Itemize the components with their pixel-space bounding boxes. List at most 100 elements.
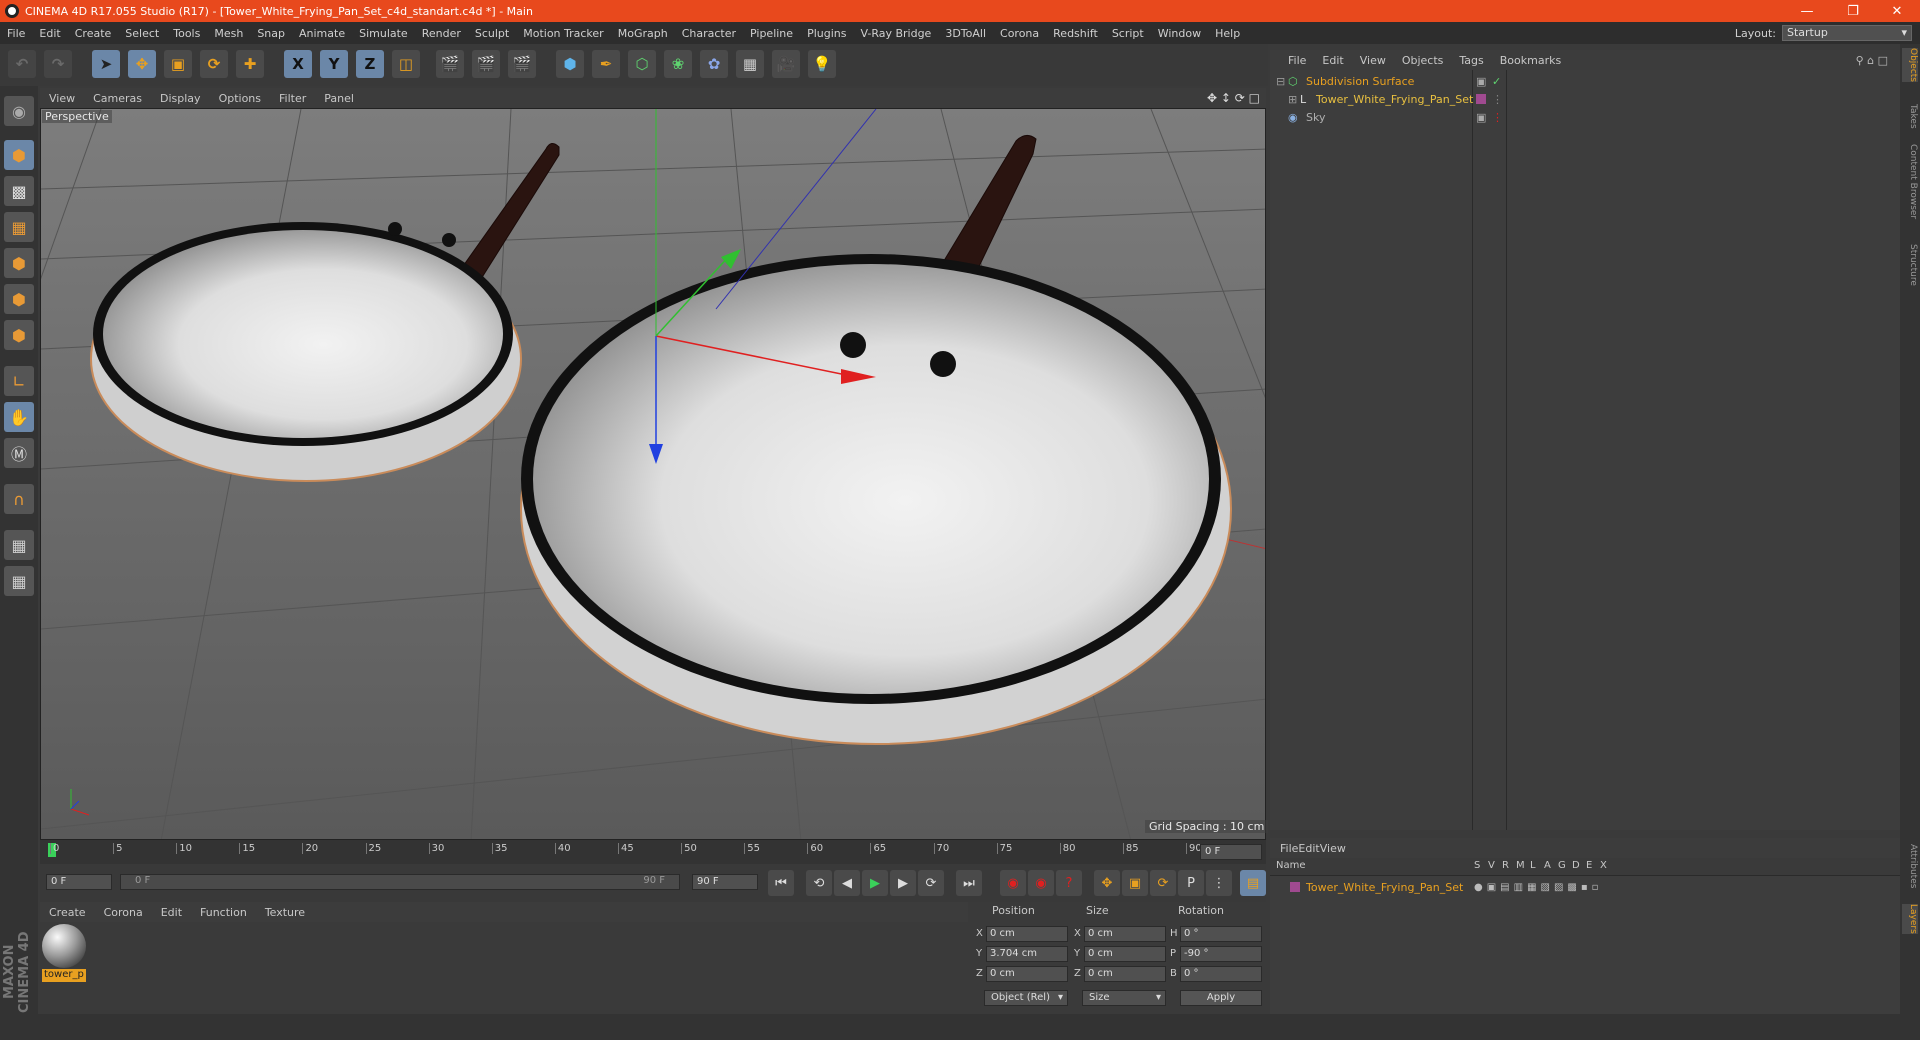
menu-render[interactable]: Render xyxy=(415,27,468,40)
edges-mode-icon[interactable]: ⬢ xyxy=(4,284,34,314)
size-x-field[interactable]: 0 cm xyxy=(1084,926,1166,942)
points-mode-icon[interactable]: ⬢ xyxy=(4,248,34,278)
menu-window[interactable]: Window xyxy=(1151,27,1208,40)
restore-icon[interactable]: ❐ xyxy=(1830,0,1876,22)
position-z-field[interactable]: 0 cm xyxy=(986,966,1068,982)
tab-objects[interactable]: Objects xyxy=(1902,48,1918,83)
objects-menu-tags[interactable]: Tags xyxy=(1451,54,1491,67)
subdivision-surface-icon[interactable]: ⬡ xyxy=(628,50,656,78)
menu-plugins[interactable]: Plugins xyxy=(800,27,853,40)
scale-tool-icon[interactable]: ▣ xyxy=(164,50,192,78)
menu-redshift[interactable]: Redshift xyxy=(1046,27,1105,40)
key-parameter-icon[interactable]: P xyxy=(1178,870,1204,896)
object-name[interactable]: Tower_White_Frying_Pan_Set xyxy=(1316,93,1473,106)
layout-dropdown[interactable]: Startup xyxy=(1782,25,1912,41)
menu-pipeline[interactable]: Pipeline xyxy=(743,27,800,40)
tab-structure[interactable]: Structure xyxy=(1902,244,1918,286)
record-key-icon[interactable]: ◉ xyxy=(1000,870,1026,896)
layer-row[interactable]: Tower_White_Frying_Pan_Set ●▣▤▥▦▧▨▩▪▫ xyxy=(1270,878,1900,896)
menu-script[interactable]: Script xyxy=(1105,27,1151,40)
menu-mesh[interactable]: Mesh xyxy=(207,27,250,40)
layer-swatch-icon[interactable]: ▣ xyxy=(1476,111,1486,124)
planar-workplane-icon[interactable]: ▦ xyxy=(4,566,34,596)
rotation-b-field[interactable]: 0 ° xyxy=(1180,966,1262,982)
snap-magnet-icon[interactable]: ∩ xyxy=(4,484,34,514)
viewport-menu-panel[interactable]: Panel xyxy=(315,92,363,105)
viewport-menu-filter[interactable]: Filter xyxy=(270,92,315,105)
layer-swatch-icon[interactable]: ▣ xyxy=(1476,75,1486,88)
apply-button[interactable]: Apply xyxy=(1180,990,1262,1006)
polygons-mode-icon[interactable]: ⬢ xyxy=(4,320,34,350)
layers-menu-edit[interactable]: Edit xyxy=(1298,842,1319,855)
layer-name[interactable]: Tower_White_Frying_Pan_Set xyxy=(1306,881,1463,894)
menu-simulate[interactable]: Simulate xyxy=(352,27,415,40)
timeline-window-icon[interactable]: ▤ xyxy=(1240,870,1266,896)
layers-menu-view[interactable]: View xyxy=(1320,842,1346,855)
redo-icon[interactable]: ↷ xyxy=(44,50,72,78)
position-x-field[interactable]: 0 cm xyxy=(986,926,1068,942)
object-row[interactable]: ⊟ ⬡ Subdivision Surface ▣ ✓ xyxy=(1270,72,1900,90)
make-editable-icon[interactable]: ◉ xyxy=(4,96,34,126)
camera-icon[interactable]: 🎥 xyxy=(772,50,800,78)
material-menu-corona[interactable]: Corona xyxy=(95,906,152,919)
deformer-icon[interactable]: ✿ xyxy=(700,50,728,78)
tab-attributes[interactable]: Attributes xyxy=(1902,844,1918,888)
render-picture-viewer-icon[interactable]: 🎬 xyxy=(472,50,500,78)
viewport-menu-options[interactable]: Options xyxy=(210,92,270,105)
cube-primitive-icon[interactable]: ⬢ xyxy=(556,50,584,78)
viewport-menu-cameras[interactable]: Cameras xyxy=(84,92,151,105)
end-frame-field[interactable]: 90 F xyxy=(692,874,758,890)
move-tool-icon[interactable]: ✥ xyxy=(128,50,156,78)
tab-layers[interactable]: Layers xyxy=(1902,904,1918,934)
frame-range-slider[interactable]: 0 F 90 F xyxy=(120,874,680,890)
model-mode-icon[interactable]: ⬢ xyxy=(4,140,34,170)
axis-mode-icon[interactable]: ∟ xyxy=(4,366,34,396)
light-bulb-icon[interactable]: 💡 xyxy=(808,50,836,78)
render-settings-icon[interactable]: 🎬 xyxy=(508,50,536,78)
timeline-ruler[interactable]: 0 5 10 15 20 25 30 35 40 45 50 55 60 65 70 75 80 85 90 0 F xyxy=(40,840,1266,864)
undo-icon[interactable]: ↶ xyxy=(8,50,36,78)
menu-select[interactable]: Select xyxy=(118,27,166,40)
material-label[interactable]: tower_p xyxy=(42,969,86,982)
next-key-icon[interactable]: ⟳ xyxy=(918,870,944,896)
render-view-icon[interactable]: 🎬 xyxy=(436,50,464,78)
menu-help[interactable]: Help xyxy=(1208,27,1247,40)
rotate-tool-icon[interactable]: ⟳ xyxy=(200,50,228,78)
objects-menu-bookmarks[interactable]: Bookmarks xyxy=(1492,54,1569,67)
z-axis-lock-icon[interactable]: Z xyxy=(356,50,384,78)
step-forward-icon[interactable]: ▶ xyxy=(890,870,916,896)
coordinate-system-icon[interactable]: ◫ xyxy=(392,50,420,78)
tweak-mode-icon[interactable]: ✋ xyxy=(4,402,34,432)
objects-menu-objects[interactable]: Objects xyxy=(1394,54,1452,67)
objects-menu-file[interactable]: File xyxy=(1280,54,1314,67)
menu-sculpt[interactable]: Sculpt xyxy=(468,27,516,40)
object-name[interactable]: Subdivision Surface xyxy=(1306,75,1414,88)
viewport-menu-display[interactable]: Display xyxy=(151,92,210,105)
material-menu-create[interactable]: Create xyxy=(40,906,95,919)
3d-viewport[interactable] xyxy=(40,108,1266,840)
rotation-p-field[interactable]: -90 ° xyxy=(1180,946,1262,962)
menu-edit[interactable]: Edit xyxy=(32,27,67,40)
visibility-dots-icon[interactable]: ⋮ xyxy=(1492,93,1503,106)
start-frame-field[interactable]: 0 F xyxy=(46,874,112,890)
solo-mode-icon[interactable]: Ⓜ xyxy=(4,438,34,468)
x-axis-lock-icon[interactable]: X xyxy=(284,50,312,78)
key-position-icon[interactable]: ✥ xyxy=(1094,870,1120,896)
layers-menu-file[interactable]: File xyxy=(1280,842,1298,855)
keyframe-selection-icon[interactable]: ? xyxy=(1056,870,1082,896)
menu-animate[interactable]: Animate xyxy=(292,27,352,40)
menu-character[interactable]: Character xyxy=(675,27,743,40)
size-z-field[interactable]: 0 cm xyxy=(1084,966,1166,982)
object-name[interactable]: Sky xyxy=(1306,111,1325,124)
rotation-h-field[interactable]: 0 ° xyxy=(1180,926,1262,942)
visibility-dots-icon[interactable]: ⋮ xyxy=(1492,111,1503,124)
size-y-field[interactable]: 0 cm xyxy=(1084,946,1166,962)
object-row[interactable]: ◉ Sky ▣ ⋮ xyxy=(1270,108,1900,126)
pen-spline-icon[interactable]: ✒ xyxy=(592,50,620,78)
previous-key-icon[interactable]: ⟲ xyxy=(806,870,832,896)
go-to-end-icon[interactable]: ⏭ xyxy=(956,870,982,896)
layer-toggle-icons[interactable]: ●▣▤▥▦▧▨▩▪▫ xyxy=(1474,882,1602,893)
play-icon[interactable]: ▶ xyxy=(862,870,888,896)
menu-tools[interactable]: Tools xyxy=(166,27,207,40)
material-menu-texture[interactable]: Texture xyxy=(256,906,314,919)
